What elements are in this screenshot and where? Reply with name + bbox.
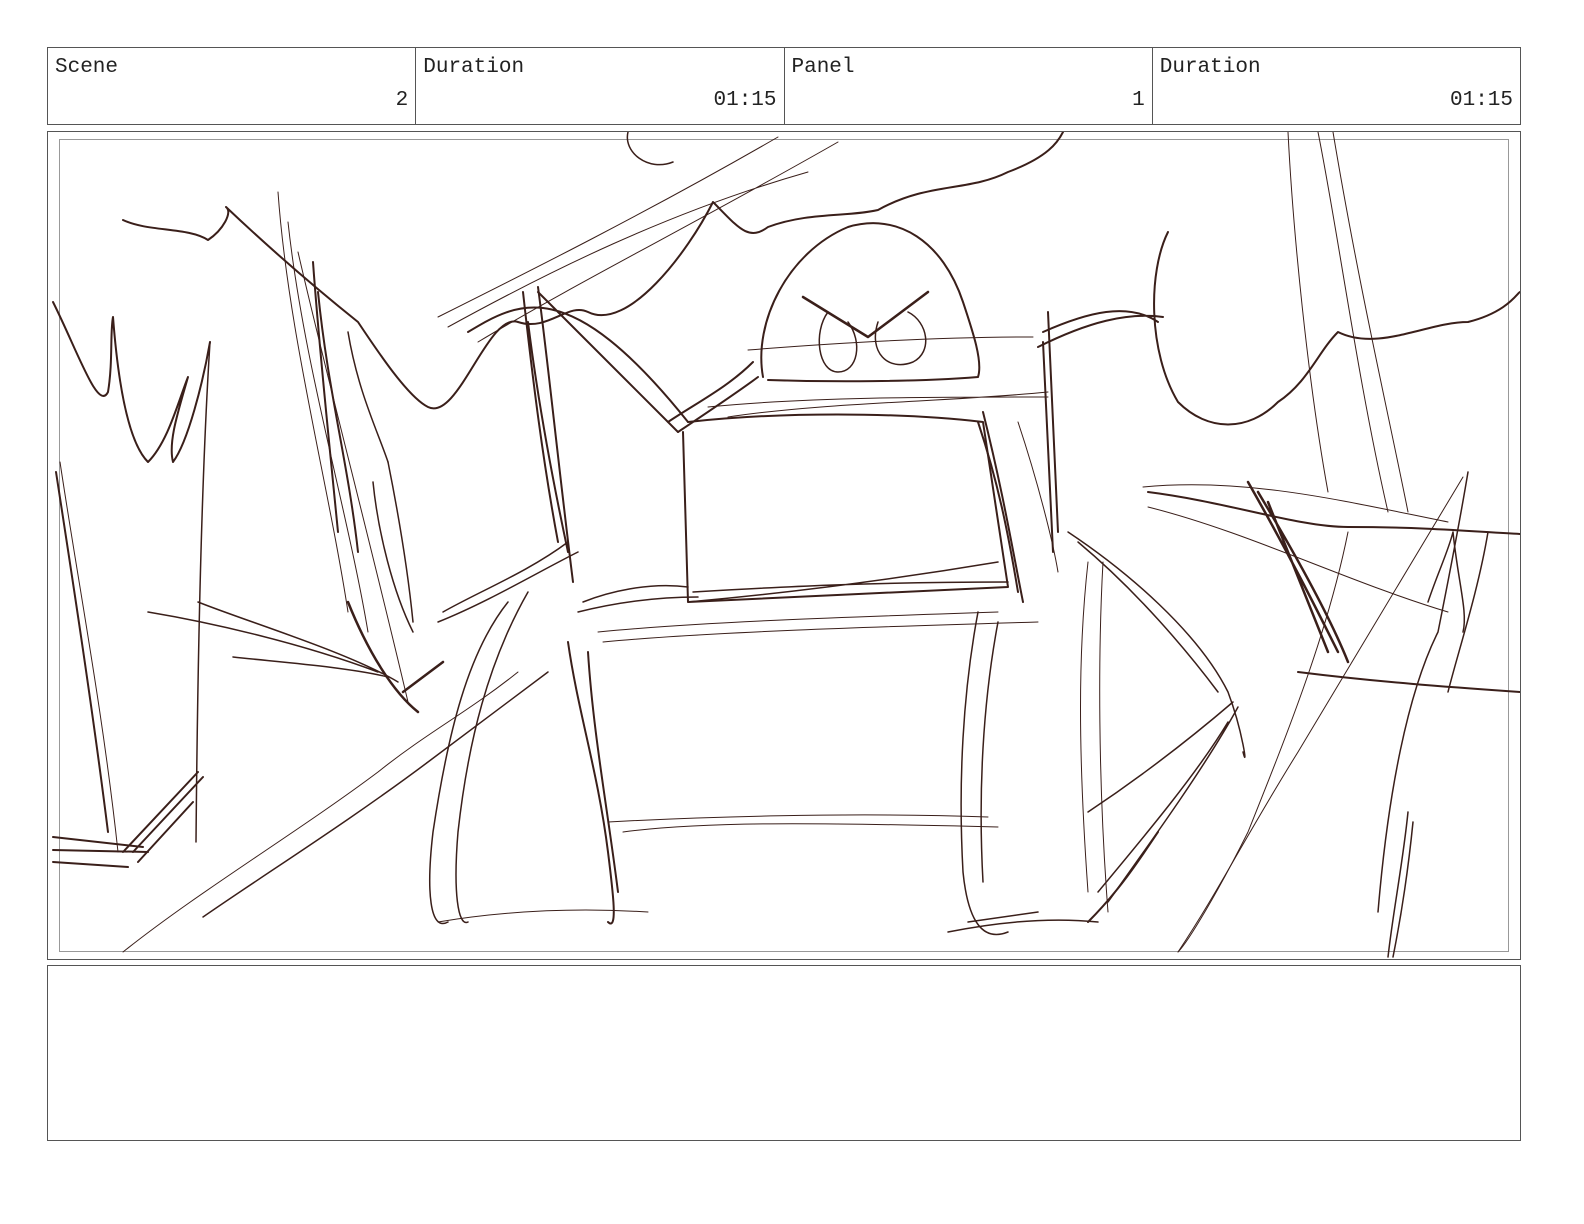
scene-duration-value[interactable]: 01:15 xyxy=(713,89,776,112)
sketch-cloud-right xyxy=(1153,231,1520,426)
sketch-robot-base xyxy=(577,584,699,613)
sketch-cloud-top xyxy=(626,132,674,166)
storyboard-header: Scene 2 Duration 01:15 Panel 1 Duration … xyxy=(47,47,1521,125)
sketch-robot-eye-left xyxy=(818,311,858,373)
sketch-robot-torso xyxy=(682,413,1009,603)
sketch-tree-left-1 xyxy=(52,301,211,463)
dialogue-notes-box[interactable] xyxy=(47,965,1521,1141)
scene-label: Scene xyxy=(55,56,119,79)
sketch-cloud-left xyxy=(122,132,1064,410)
storyboard-panel-frame xyxy=(47,131,1521,960)
sketch-ground-right-2 xyxy=(1297,671,1520,693)
sketch-robot-eye-right xyxy=(874,311,927,366)
sketch-robot-arm-left xyxy=(522,286,574,583)
sketch-tree-right-1 xyxy=(1246,480,1350,664)
panel-duration-cell: Duration 01:15 xyxy=(1153,48,1520,124)
scene-cell: Scene 2 xyxy=(48,48,417,124)
panel-duration-value[interactable]: 01:15 xyxy=(1450,89,1513,112)
scene-duration-label: Duration xyxy=(423,56,525,79)
scene-duration-cell: Duration 01:15 xyxy=(416,48,785,124)
sketch-robot-arm-right xyxy=(1037,310,1164,348)
panel-value[interactable]: 1 xyxy=(1132,89,1145,112)
sketch-drawing[interactable] xyxy=(48,132,1520,959)
panel-cell: Panel 1 xyxy=(785,48,1153,124)
sketch-tree-right-2 xyxy=(1377,471,1489,913)
sketch-robot-head xyxy=(760,222,981,383)
panel-label: Panel xyxy=(791,56,855,79)
panel-duration-label: Duration xyxy=(1159,56,1261,79)
scene-value[interactable]: 2 xyxy=(396,89,409,112)
